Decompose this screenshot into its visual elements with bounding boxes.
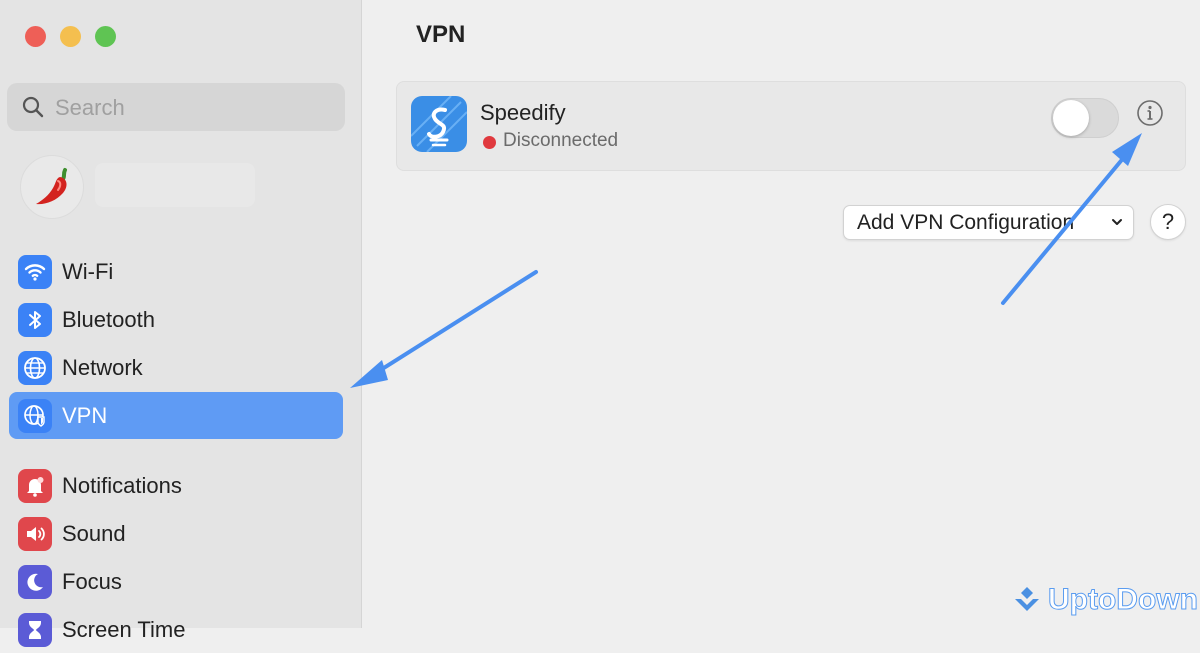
hourglass-icon [18, 612, 52, 647]
page-title: VPN [416, 21, 466, 48]
user-avatar[interactable] [20, 155, 84, 219]
sidebar-item-bluetooth[interactable]: Bluetooth [9, 296, 343, 343]
vpn-service-name: Speedify [480, 100, 566, 125]
sidebar-item-focus[interactable]: Focus [9, 558, 343, 605]
sidebar-item-notifications[interactable]: Notifications [9, 462, 343, 509]
help-button[interactable]: ? [1150, 204, 1186, 240]
sidebar-item-label: Bluetooth [62, 306, 155, 332]
sidebar-item-screen-time[interactable]: Screen Time [9, 606, 343, 653]
sidebar-item-label: Notifications [62, 472, 182, 498]
speaker-icon [18, 516, 52, 551]
add-vpn-label: Add VPN Configuration [857, 210, 1075, 234]
vpn-status-text: Disconnected [503, 130, 619, 151]
search-input[interactable] [53, 83, 327, 133]
bluetooth-icon [18, 302, 52, 337]
chevron-down-icon [1112, 219, 1122, 225]
sidebar-item-vpn[interactable]: VPN [9, 392, 343, 439]
sidebar-item-label: VPN [62, 402, 108, 428]
maximize-window-button[interactable] [95, 26, 116, 47]
info-icon[interactable] [1135, 98, 1165, 128]
sidebar-item-label: Network [62, 354, 143, 380]
watermark-text: UptoDown [1048, 583, 1199, 617]
sidebar-item-sound[interactable]: Sound [9, 510, 343, 557]
minimize-window-button[interactable] [60, 26, 81, 47]
sidebar-item-label: Sound [62, 520, 126, 546]
moon-icon [18, 564, 52, 599]
vpn-service-row: Speedify Disconnected [396, 81, 1186, 171]
status-dot [483, 136, 496, 149]
search-field[interactable] [7, 83, 345, 133]
sidebar-item-network[interactable]: Network [9, 344, 343, 391]
globe-icon [18, 350, 52, 385]
close-window-button[interactable] [25, 26, 46, 47]
sidebar-item-label: Focus [62, 568, 122, 594]
annotation-arrow-to-vpn [350, 270, 538, 388]
sidebar-item-wifi[interactable]: Wi-Fi [9, 248, 343, 295]
toggle-knob [1053, 100, 1089, 136]
vpn-globe-shield-icon [18, 398, 52, 433]
sidebar-item-label: Screen Time [62, 616, 186, 642]
search-icon [22, 96, 44, 118]
window-controls [25, 26, 116, 47]
wifi-icon [18, 254, 52, 289]
vpn-toggle[interactable] [1051, 98, 1119, 138]
bell-icon [18, 468, 52, 503]
sidebar: Wi-Fi Bluetooth Network [0, 0, 362, 647]
watermark: UptoDown [1012, 582, 1198, 618]
add-vpn-configuration-button[interactable]: Add VPN Configuration [843, 205, 1134, 240]
sidebar-item-label: Wi-Fi [62, 258, 114, 284]
account-name-redacted[interactable] [95, 163, 255, 207]
chili-pepper-icon [36, 168, 67, 205]
uptodown-logo-icon [1015, 587, 1039, 611]
speedify-app-icon [411, 96, 467, 152]
